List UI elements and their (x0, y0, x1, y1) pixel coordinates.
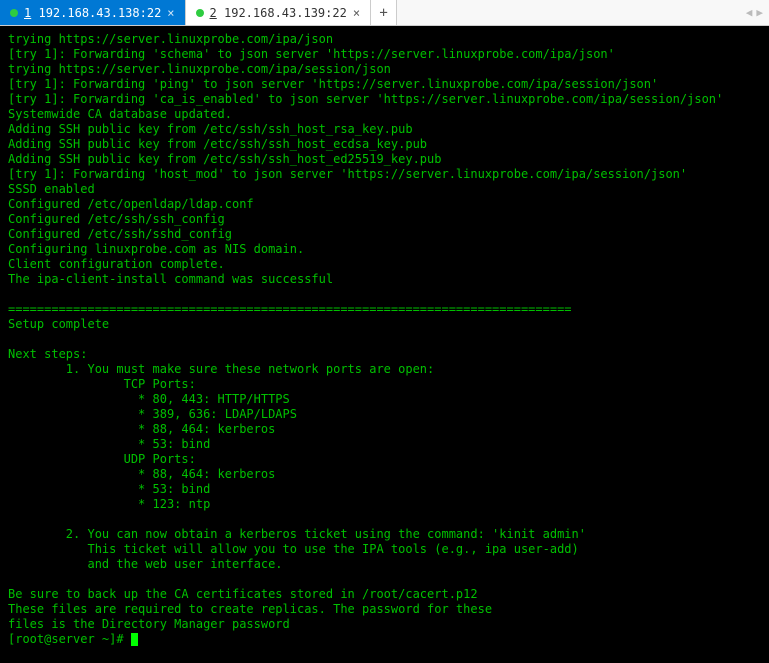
cursor-icon (131, 633, 138, 646)
tab-bar: 1 192.168.43.138:22 × 2 192.168.43.139:2… (0, 0, 769, 26)
new-tab-button[interactable]: + (371, 0, 397, 25)
tab-1-label: 1 192.168.43.138:22 (24, 6, 161, 20)
status-dot-icon (196, 9, 204, 17)
tab-2-label: 2 192.168.43.139:22 (210, 6, 347, 20)
tab-2[interactable]: 2 192.168.43.139:22 × (186, 0, 372, 25)
terminal[interactable]: trying https://server.linuxprobe.com/ipa… (0, 26, 769, 663)
close-icon[interactable]: × (353, 7, 360, 19)
close-icon[interactable]: × (167, 7, 174, 19)
tab-1[interactable]: 1 192.168.43.138:22 × (0, 0, 186, 25)
nav-right-icon[interactable]: ▶ (756, 6, 763, 19)
tab-spacer (397, 0, 740, 25)
status-dot-icon (10, 9, 18, 17)
nav-left-icon[interactable]: ◀ (746, 6, 753, 19)
prompt: [root@server ~]# (8, 632, 131, 646)
tab-nav: ◀ ▶ (740, 0, 769, 25)
terminal-output: trying https://server.linuxprobe.com/ipa… (8, 32, 761, 632)
